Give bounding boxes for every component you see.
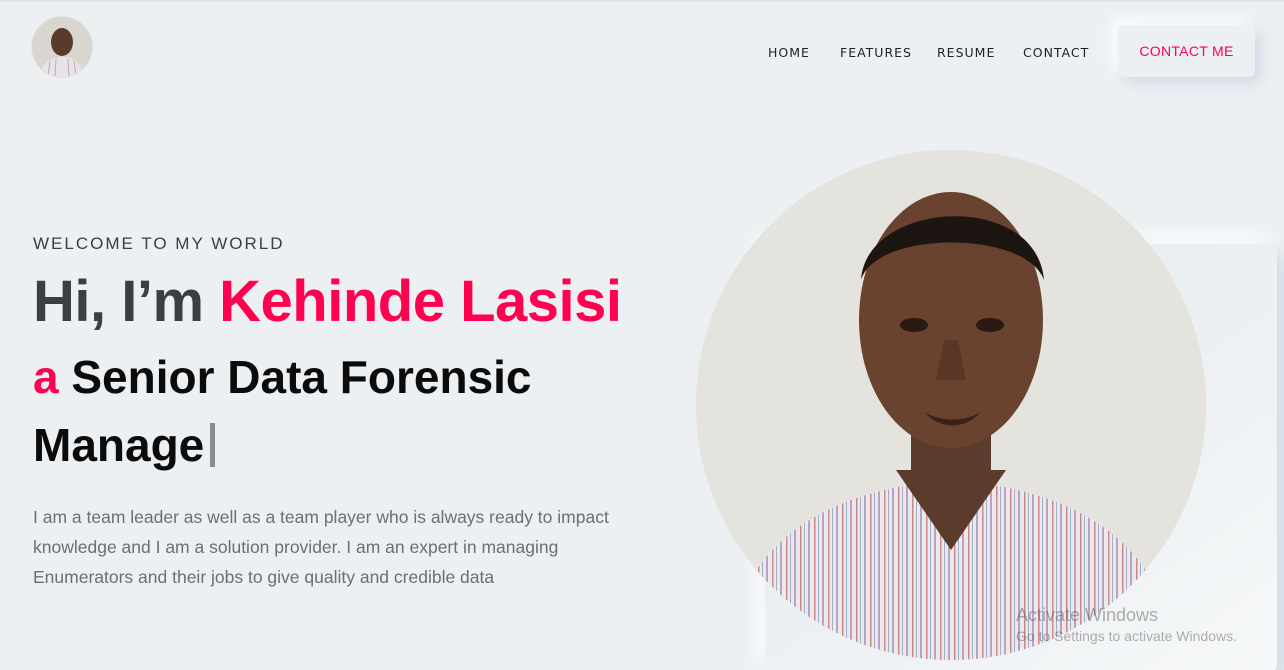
greeting-prefix: Hi, I’m [33,269,220,334]
profile-photo [696,150,1206,660]
hero-role: a Senior Data Forensic Manage [33,343,673,479]
welcome-subtitle: WELCOME TO MY WORLD [33,234,285,253]
typing-cursor [210,423,216,467]
role-text: Senior Data Forensic Manage [33,351,532,471]
windows-activation-watermark: Activate Windows Go to Settings to activ… [1016,605,1237,644]
role-article: a [33,351,59,403]
avatar-logo[interactable] [32,17,92,77]
hero-heading: Hi, I’m Kehinde Lasisi [33,268,622,335]
nav-features[interactable]: FEATURES [840,45,912,60]
hero-name: Kehinde Lasisi [219,269,622,334]
nav-home[interactable]: HOME [768,45,810,60]
nav-resume[interactable]: RESUME [937,45,995,60]
person-portrait-icon [696,150,1206,660]
watermark-title: Activate Windows [1016,605,1159,625]
watermark-subtitle: Go to Settings to activate Windows. [1016,628,1237,644]
contact-me-button[interactable]: CONTACT ME [1118,25,1255,77]
top-border [0,0,1284,2]
person-avatar-icon [32,17,92,77]
nav-contact[interactable]: CONTACT [1023,45,1089,60]
hero-description: I am a team leader as well as a team pla… [33,507,609,587]
